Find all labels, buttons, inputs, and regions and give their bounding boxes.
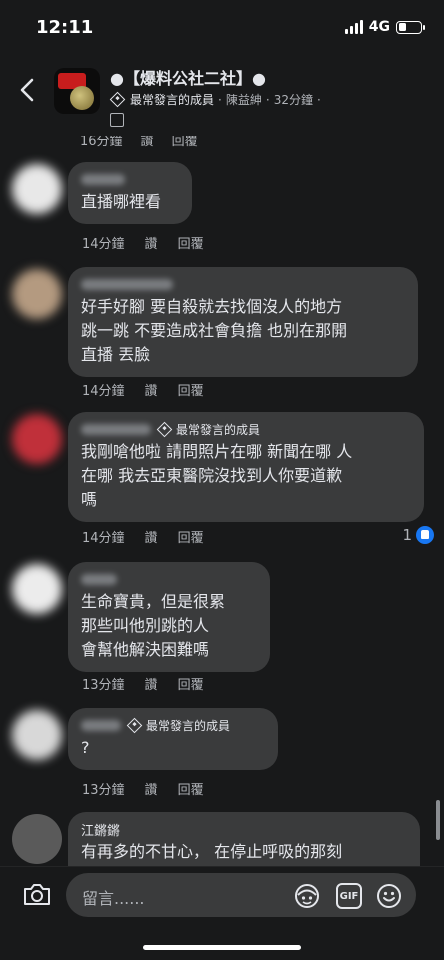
- post-time: 32分鐘: [273, 93, 313, 107]
- like-action[interactable]: 讚: [145, 674, 158, 693]
- comment-bubble[interactable]: 最常發言的成員 ?: [68, 708, 278, 770]
- comment-author[interactable]: 江鏘鏘: [81, 821, 406, 839]
- comment-actions: 16分鐘 讚 回覆: [80, 136, 198, 149]
- avatar[interactable]: [12, 814, 62, 864]
- like-action[interactable]: 讚: [145, 779, 158, 798]
- post-header: ●【爆料公社二社】● 最常發言的成員 · 陳益紳 · 32分鐘 ·: [0, 56, 444, 136]
- reply-action[interactable]: 回覆: [178, 233, 204, 252]
- group-avatar[interactable]: [54, 68, 100, 114]
- reaction-number: 1: [402, 526, 412, 544]
- comment-time: 16分鐘: [80, 136, 123, 149]
- comment-text: 好手好腳 要自殺就去找個沒人的地方 跳一跳 不要造成社會負擔 也別在那開 直播 …: [81, 297, 348, 364]
- comment-bubble[interactable]: 江鏘鏘 有再多的不甘心， 在停止呼吸的那刻: [68, 812, 420, 866]
- reply-action[interactable]: 回覆: [172, 136, 198, 149]
- reply-action[interactable]: 回覆: [178, 674, 204, 693]
- separator: ·: [316, 92, 321, 107]
- reply-action[interactable]: 回覆: [178, 380, 204, 399]
- network-label: 4G: [368, 19, 390, 35]
- comment-text: ?: [81, 738, 90, 757]
- avatar[interactable]: [12, 414, 62, 464]
- comment-author[interactable]: 最常發言的成員: [81, 421, 410, 437]
- reply-action[interactable]: 回覆: [178, 527, 204, 546]
- diamond-badge-icon: [156, 421, 173, 437]
- separator: ·: [218, 92, 222, 107]
- post-meta: 最常發言的成員 · 陳益紳 · 32分鐘 ·: [109, 91, 321, 108]
- comment-bubble[interactable]: 生命寶貴，但是很累 那些叫他別跳的人 會幫他解決困難嗎: [68, 562, 270, 672]
- gif-icon[interactable]: GIF: [336, 883, 362, 909]
- avatar[interactable]: [12, 564, 62, 614]
- comment-actions: 13分鐘 讚 回覆: [82, 674, 224, 693]
- comment-author[interactable]: [81, 571, 256, 587]
- audience-icon: [110, 113, 124, 127]
- like-action[interactable]: 讚: [145, 233, 158, 252]
- gif-label: GIF: [339, 890, 359, 902]
- comment-text: 生命寶貴，但是很累 那些叫他別跳的人 會幫他解決困難嗎: [81, 592, 226, 659]
- avatar[interactable]: [12, 164, 62, 214]
- comment-time: 14分鐘: [82, 384, 125, 399]
- comment-time: 13分鐘: [82, 783, 125, 798]
- member-badge: 最常發言的成員: [130, 93, 215, 107]
- comment-bubble[interactable]: 好手好腳 要自殺就去找個沒人的地方 跳一跳 不要造成社會負擔 也別在那開 直播 …: [68, 267, 418, 377]
- comment-time: 13分鐘: [82, 678, 125, 693]
- comment-list[interactable]: 16分鐘 讚 回覆 直播哪裡看 14分鐘 讚 回覆 好手好腳 要自殺就去找個沒人…: [0, 136, 444, 866]
- comment-text: 有再多的不甘心， 在停止呼吸的那刻: [81, 842, 343, 861]
- avatar[interactable]: [12, 269, 62, 319]
- like-action[interactable]: 讚: [145, 380, 158, 399]
- comment-actions: 14分鐘 讚 回覆: [82, 380, 224, 399]
- member-badge: 最常發言的成員: [126, 717, 230, 734]
- status-bar: 12:11 4G: [0, 0, 444, 56]
- comment-actions: 13分鐘 讚 回覆: [82, 779, 224, 798]
- comment-bubble[interactable]: 最常發言的成員 我剛嗆他啦 請問照片在哪 新聞在哪 人 在哪 我去亞東醫院沒找到…: [68, 412, 424, 522]
- comment-actions: 14分鐘 讚 回覆: [82, 233, 224, 252]
- comment-author[interactable]: 最常發言的成員: [81, 717, 264, 733]
- status-indicators: 4G: [344, 19, 425, 35]
- avatar[interactable]: [12, 710, 62, 760]
- diamond-badge-icon: [109, 91, 126, 108]
- diamond-badge-icon: [126, 717, 143, 733]
- comment-placeholder: 留言......: [82, 889, 145, 908]
- comment-bubble[interactable]: 直播哪裡看: [68, 162, 192, 224]
- group-title[interactable]: ●【爆料公社二社】●: [110, 65, 266, 89]
- status-time: 12:11: [36, 17, 94, 38]
- post-author[interactable]: 陳益紳: [226, 91, 262, 108]
- comment-text: 直播哪裡看: [81, 192, 162, 211]
- comment-input[interactable]: 留言...... GIF: [66, 873, 416, 917]
- comment-actions: 14分鐘 讚 回覆: [82, 527, 224, 546]
- smile-icon[interactable]: [376, 883, 402, 909]
- audience-icon-wrap: [110, 112, 124, 131]
- separator: ·: [265, 92, 270, 107]
- battery-fill: [398, 23, 406, 31]
- scrollbar[interactable]: [436, 800, 440, 840]
- comment-text: 我剛嗆他啦 請問照片在哪 新聞在哪 人 在哪 我去亞東醫院沒找到人你要道歉 嗎: [81, 442, 353, 509]
- battery-icon: [396, 20, 425, 34]
- camera-icon[interactable]: [22, 881, 52, 907]
- comment-composer: 留言...... GIF: [0, 866, 444, 924]
- home-indicator: [143, 945, 301, 950]
- comment-time: 14分鐘: [82, 531, 125, 546]
- member-badge: 最常發言的成員: [156, 421, 260, 438]
- reply-action[interactable]: 回覆: [178, 779, 204, 798]
- comment-author[interactable]: [81, 276, 404, 292]
- avatar-sticker-icon[interactable]: [294, 883, 320, 909]
- comment-time: 14分鐘: [82, 237, 125, 252]
- thumbs-up-icon: [416, 526, 434, 544]
- chevron-left-icon[interactable]: [14, 76, 42, 104]
- like-action[interactable]: 讚: [141, 136, 154, 149]
- reaction-count[interactable]: 1: [402, 526, 434, 544]
- like-action[interactable]: 讚: [145, 527, 158, 546]
- comment-author[interactable]: [81, 171, 178, 187]
- signal-icon: [344, 20, 363, 34]
